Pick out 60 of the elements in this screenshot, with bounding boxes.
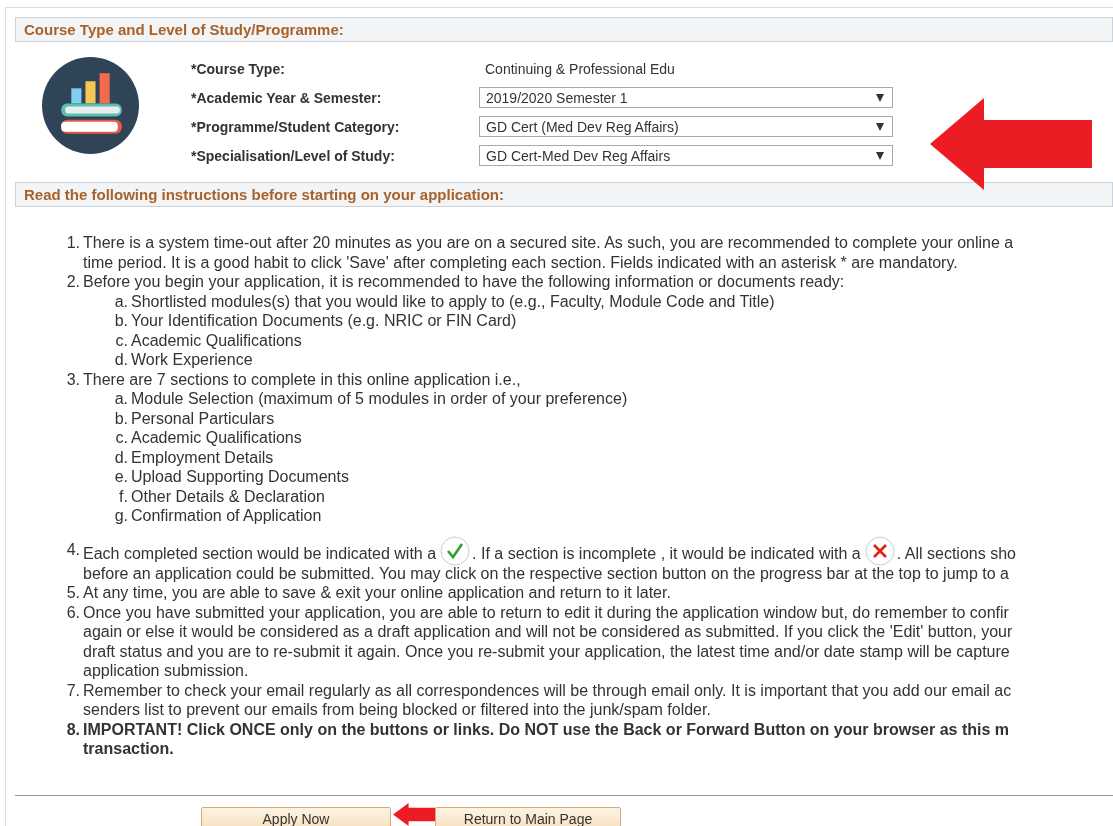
list-letter: d. [113, 447, 128, 467]
instruction-text: Shortlisted modules(s) that you would like to apply to (e.g., Faculty, Module Code and Title) [131, 291, 775, 311]
caret-icon [876, 93, 884, 102]
section-header: Course Type and Level of Study/Programme: [15, 17, 1113, 42]
caret-icon [876, 151, 884, 160]
instruction-text: Work Experience [131, 350, 253, 370]
list-number: 3. [65, 369, 80, 390]
list-letter: g. [113, 506, 128, 526]
instruction-text: Other Details & Declaration [131, 486, 325, 506]
instruction-text: Employment Details [131, 447, 274, 467]
instruction-text: Personal Particulars [131, 408, 275, 428]
section-header: Read the following instructions before starting on your application: [15, 182, 1113, 207]
list-letter: d. [113, 350, 128, 370]
field-value: Continuing & Professional Edu [484, 60, 676, 77]
dropdown[interactable]: GD Cert-Med Dev Reg Affairs [479, 145, 893, 166]
arrow-annotation [393, 803, 435, 826]
instruction-text: Module Selection (maximum of 5 modules in order of your preference) [131, 389, 628, 409]
instruction-text: before an application could be submitted. You may click on the respective section button on the progress bar at the top to jump to a [83, 563, 1010, 583]
field-label: *Course Type: [191, 60, 286, 77]
books-chart-icon [42, 57, 139, 154]
list-letter: a. [113, 389, 128, 409]
instruction-text: Upload Supporting Documents [131, 467, 349, 487]
instruction-text: Academic Qualifications [131, 428, 302, 448]
list-letter: f. [118, 486, 128, 506]
list-letter: e. [113, 467, 128, 487]
instruction-text: . If a section is incomplete , it would be indicated with a [472, 544, 861, 564]
instruction-text: Academic Qualifications [131, 330, 302, 350]
list-number: 8. [65, 719, 80, 740]
dropdown[interactable]: 2019/2020 Semester 1 [479, 87, 893, 108]
list-number: 7. [65, 680, 80, 701]
list-letter: c. [114, 428, 128, 448]
field-label: *Academic Year & Semester: [191, 89, 383, 106]
list-number: 5. [65, 583, 80, 603]
instruction-text: Before you begin your application, it is recommended to have the following information or documents ready: [83, 272, 845, 292]
list-letter: c. [114, 330, 128, 350]
instruction-text: There is a system time-out after 20 minutes as you are on a secured site. As such, you are recommended to complete your online a time period. It is a good habit to click 'Save' after completing each section. Fields indicated with an asterisk * are mandatory. [83, 233, 1014, 272]
button[interactable]: Apply Now [201, 806, 391, 826]
instruction-text: . All sections sho [896, 544, 1016, 564]
checkmark-icon [440, 535, 471, 566]
list-letter: a. [113, 291, 128, 311]
cross-icon [864, 535, 895, 566]
instruction-text: There are 7 sections to complete in this online application i.e., [83, 369, 522, 389]
list-letter: b. [113, 311, 128, 331]
dropdown[interactable]: GD Cert (Med Dev Reg Affairs) [479, 116, 893, 137]
field-label: *Specialisation/Level of Study: [191, 147, 396, 164]
button[interactable]: Return to Main Page [435, 806, 621, 826]
list-number: 4. [65, 539, 80, 560]
field-label: *Programme/Student Category: [191, 118, 401, 135]
list-letter: b. [113, 408, 128, 428]
instruction-text: Remember to check your email regularly as all correspondences will be through email only. It is important that you add our email ac senders list to prevent our emails from being blocked or filtered into the junk/spam folder. [83, 680, 1012, 720]
instruction-text: Once you have submitted your application, you are able to return to edit it during the application window but, do remember to confir again or else it would be considered as a draft application and will not be considered as submitted. If you click the 'Edit' button, your draft status and you are to re-submit it again. Once you re-submit your application, the latest time and/or date stamp will be capture application submission. [83, 602, 1013, 681]
instruction-text: Your Identification Documents (e.g. NRIC or FIN Card) [131, 311, 517, 331]
instruction-text: At any time, you are able to save & exit your online application and return to it later. [83, 583, 671, 603]
list-number: 2. [65, 272, 80, 292]
caret-icon [876, 122, 884, 131]
list-number: 6. [65, 602, 80, 623]
instruction-text: IMPORTANT! Click ONCE only on the buttons or links. Do NOT use the Back or Forward Button on your browser as this m transaction. [83, 719, 1009, 759]
instruction-text: Confirmation of Application [131, 506, 322, 526]
list-number: 1. [65, 233, 80, 253]
instruction-text: Each completed section would be indicated with a [83, 544, 437, 564]
